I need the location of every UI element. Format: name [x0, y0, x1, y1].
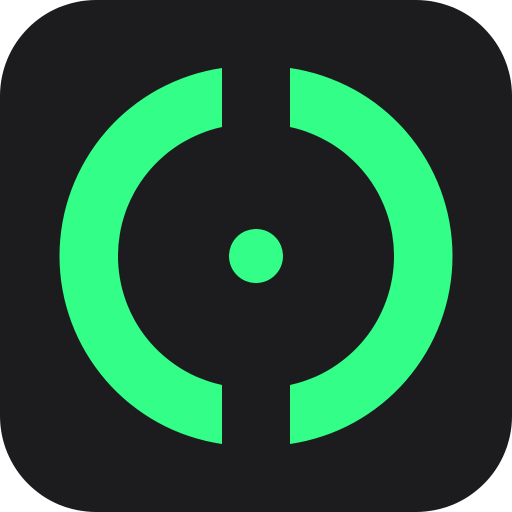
app-icon[interactable] — [0, 0, 512, 512]
app-icon-graphic — [0, 0, 512, 512]
center-dot-icon — [229, 229, 283, 283]
